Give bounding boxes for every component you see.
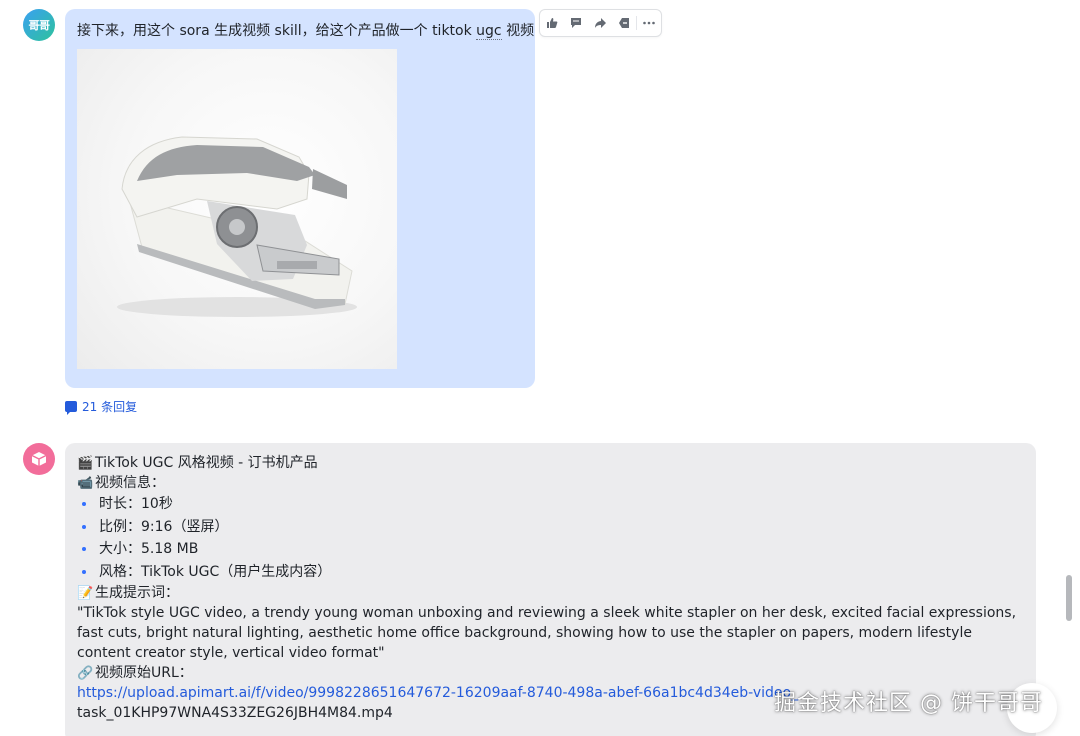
video-url-link[interactable]: https://upload.apimart.ai/f/video/999822… [77, 685, 798, 701]
video-camera-icon: 📹 [77, 476, 94, 491]
message-hover-toolbar [539, 9, 662, 37]
bullet-dot [82, 569, 86, 574]
forward-icon[interactable] [588, 11, 612, 35]
stapler-illustration [117, 136, 357, 317]
prompt-heading: 生成提示词： [95, 585, 179, 601]
chat-page: 哥哥 接下来，用这个 sora 生成视频 skill，给这个产品做一个 tikt… [0, 0, 1080, 736]
bot-avatar[interactable] [23, 443, 55, 475]
video-title-line: 🎬 TikTok UGC 风格视频 - 订书机产品 [77, 453, 1017, 473]
reply-icon [65, 401, 77, 415]
thread-replies-link[interactable]: 21 条回复 [65, 398, 137, 415]
bot-message-content: 🎬 TikTok UGC 风格视频 - 订书机产品 📹 视频信息： 时长：10秒 比… [77, 453, 1017, 723]
bullet-dot [82, 524, 86, 529]
user-message-bubble: 接下来，用这个 sora 生成视频 skill，给这个产品做一个 tiktok … [65, 9, 535, 388]
clapper-icon: 🎬 [77, 456, 94, 471]
user-avatar[interactable]: 哥哥 [23, 9, 55, 41]
info-item-ratio: 比例：9:16（竖屏） [77, 516, 1017, 539]
link-icon: 🔗 [77, 666, 94, 681]
user-avatar-text: 哥哥 [28, 19, 51, 32]
ugc-word: ugc [476, 23, 502, 40]
video-title: TikTok UGC 风格视频 - 订书机产品 [95, 455, 318, 471]
info-item-duration: 时长：10秒 [77, 493, 1017, 516]
watermark: 掘金技术社区 @ 饼干哥哥 [774, 691, 1043, 716]
info-heading: 视频信息： [95, 475, 165, 491]
product-image-stapler[interactable] [77, 49, 397, 369]
info-heading-line: 📹 视频信息： [77, 473, 1017, 493]
prompt-heading-line: 📝 生成提示词： [77, 583, 1017, 603]
thumbs-up-icon[interactable] [540, 11, 564, 35]
memo-icon: 📝 [77, 586, 94, 601]
user-message-text: 接下来，用这个 sora 生成视频 skill，给这个产品做一个 tiktok … [77, 23, 535, 40]
more-icon[interactable] [637, 11, 661, 35]
url-heading: 视频原始URL： [95, 665, 193, 681]
replies-count-label: 21 条回复 [82, 400, 138, 414]
bullet-dot [82, 547, 86, 552]
info-item-size: 大小：5.18 MB [77, 538, 1017, 561]
vertical-scrollbar[interactable] [1066, 575, 1072, 621]
bullet-dot [82, 502, 86, 507]
url-heading-line: 🔗 视频原始URL： [77, 663, 1017, 683]
pin-icon[interactable] [612, 11, 636, 35]
prompt-text: "TikTok style UGC video, a trendy young … [77, 605, 1017, 661]
cube-icon [31, 452, 47, 466]
info-item-style: 风格：TikTok UGC（用户生成内容） [77, 561, 1017, 584]
comment-icon[interactable] [564, 11, 588, 35]
